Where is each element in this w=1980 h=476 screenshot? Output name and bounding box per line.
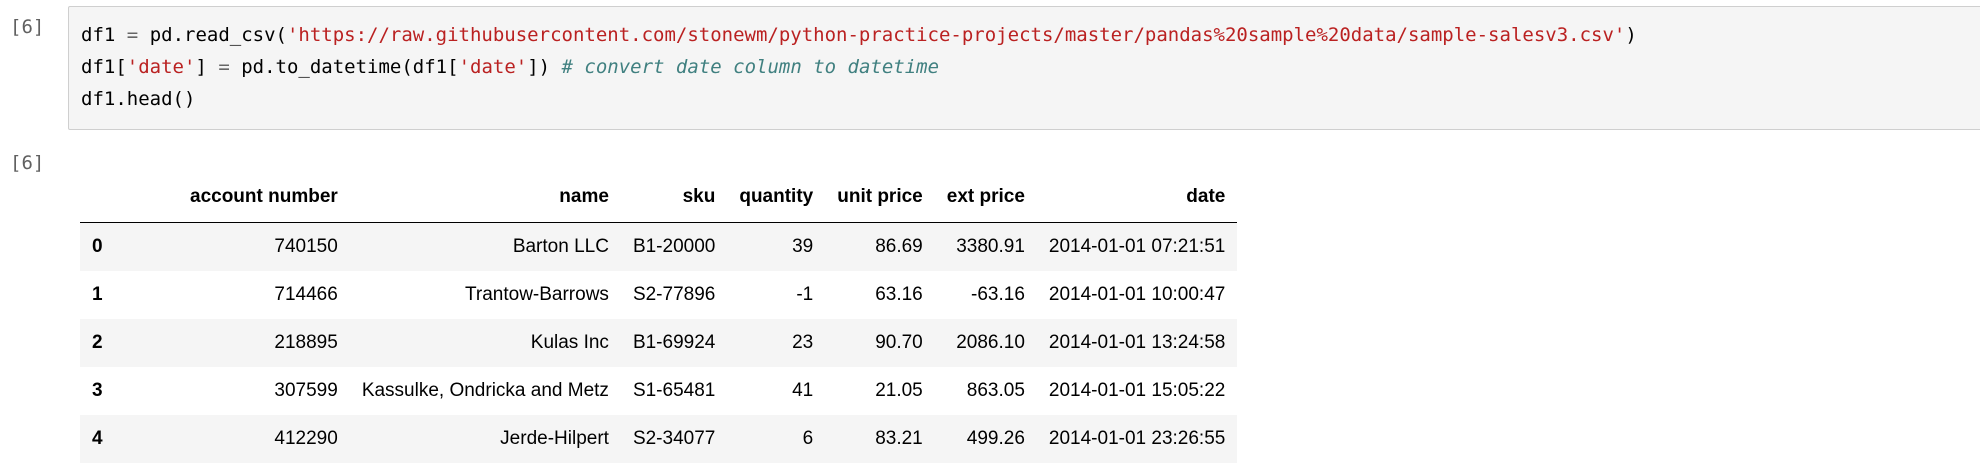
cell-account-number: 218895 <box>274 332 338 353</box>
code-line-3: df1.head() <box>81 88 196 110</box>
code-line-1: df1 = pd.read_csv('https://raw.githubuse… <box>81 24 1637 46</box>
cell-sku: S2-34077 <box>632 428 716 449</box>
cell-date: 2014-01-01 15:05:22 <box>1048 380 1226 401</box>
cell-ext-price: 3380.91 <box>956 236 1025 257</box>
row-index: 0 <box>92 236 103 257</box>
cell-account-number: 412290 <box>274 428 338 449</box>
cell-unit-price: 86.69 <box>875 236 923 257</box>
cell-quantity: 41 <box>792 380 814 401</box>
cell-name: Trantow-Barrows <box>464 284 609 305</box>
cell-name: Kassulke, Ondricka and Metz <box>361 380 609 401</box>
cell-ext-price: 863.05 <box>966 380 1025 401</box>
cell-sku: B1-69924 <box>632 332 716 353</box>
table-row: 4 412290 Jerde-Hilpert S2-34077 6 83.21 … <box>80 415 1238 463</box>
output-prompt: [6] <box>10 152 45 174</box>
cell-account-number: 714466 <box>274 284 338 305</box>
row-index: 1 <box>92 284 103 305</box>
cell-unit-price: 90.70 <box>875 332 923 353</box>
input-prompt: [6] <box>10 16 45 38</box>
column-header: unit price <box>825 171 935 223</box>
cell-name: Barton LLC <box>512 236 609 257</box>
code-line-2: df1['date'] = pd.to_datetime(df1['date']… <box>81 56 940 78</box>
cell-unit-price: 63.16 <box>875 284 923 305</box>
table-row: 2 218895 Kulas Inc B1-69924 23 90.70 208… <box>80 319 1238 367</box>
cell-account-number: 740150 <box>274 236 338 257</box>
row-index: 4 <box>92 428 103 449</box>
cell-ext-price: -63.16 <box>971 284 1025 305</box>
cell-date: 2014-01-01 13:24:58 <box>1048 332 1226 353</box>
table-row: 0 740150 Barton LLC B1-20000 39 86.69 33… <box>80 222 1238 271</box>
cell-sku: S2-77896 <box>632 284 716 305</box>
cell-unit-price: 83.21 <box>875 428 923 449</box>
column-header: date <box>1036 171 1238 223</box>
row-index: 2 <box>92 332 103 353</box>
row-index: 3 <box>92 380 103 401</box>
cell-date: 2014-01-01 10:00:47 <box>1048 284 1226 305</box>
column-header: name <box>349 171 621 223</box>
column-header: account number <box>178 171 350 223</box>
dataframe-table: account number name sku quantity unit pr… <box>80 171 1238 463</box>
table-header-row: account number name sku quantity unit pr… <box>80 171 1238 223</box>
cell-sku: B1-20000 <box>632 236 716 257</box>
cell-quantity: 23 <box>792 332 814 353</box>
dataframe-output: account number name sku quantity unit pr… <box>80 171 1238 463</box>
code-text: df1 = pd.read_csv('https://raw.githubuse… <box>81 19 1637 115</box>
cell-account-number: 307599 <box>274 380 338 401</box>
cell-quantity: -1 <box>796 284 814 305</box>
index-header <box>80 171 178 223</box>
table-row: 3 307599 Kassulke, Ondricka and Metz S1-… <box>80 367 1238 415</box>
cell-date: 2014-01-01 07:21:51 <box>1048 236 1226 257</box>
column-header: ext price <box>934 171 1037 223</box>
cell-name: Kulas Inc <box>530 332 609 353</box>
code-cell-editor[interactable]: df1 = pd.read_csv('https://raw.githubuse… <box>68 6 1980 130</box>
cell-sku: S1-65481 <box>632 380 716 401</box>
column-header: quantity <box>727 171 826 223</box>
cell-ext-price: 2086.10 <box>956 332 1025 353</box>
column-header: sku <box>620 171 728 223</box>
cell-quantity: 6 <box>802 428 814 449</box>
cell-ext-price: 499.26 <box>966 428 1025 449</box>
cell-name: Jerde-Hilpert <box>500 428 609 449</box>
cell-quantity: 39 <box>792 236 814 257</box>
cell-date: 2014-01-01 23:26:55 <box>1048 428 1226 449</box>
table-row: 1 714466 Trantow-Barrows S2-77896 -1 63.… <box>80 271 1238 319</box>
cell-unit-price: 21.05 <box>875 380 923 401</box>
